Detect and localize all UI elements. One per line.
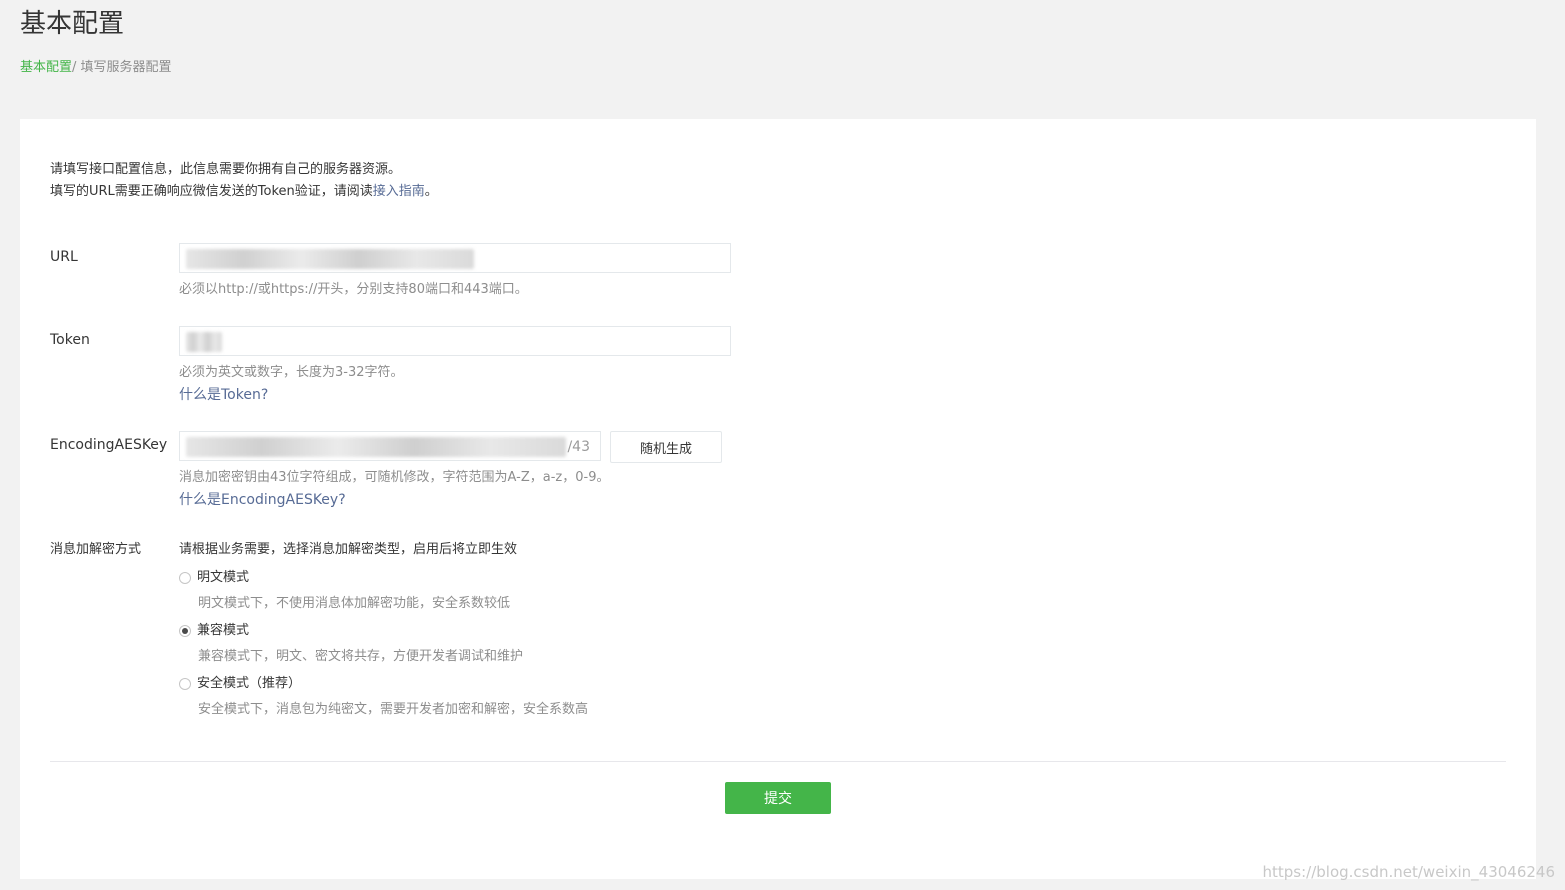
intro-line-1: 请填写接口配置信息，此信息需要你拥有自己的服务器资源。	[50, 162, 402, 177]
url-label: URL	[50, 249, 78, 265]
what-is-token-link[interactable]: 什么是Token?	[179, 384, 268, 406]
intro-line-2-prefix: 填写的URL需要正确响应微信发送的Token验证，请阅读	[50, 184, 373, 199]
token-value-redacted	[186, 332, 222, 352]
aeskey-label: EncodingAESKey	[50, 437, 168, 453]
aeskey-char-counter: /43	[567, 439, 590, 455]
plaintext-mode-desc: 明文模式下，不使用消息体加解密功能，安全系数较低	[198, 596, 511, 611]
encryption-mode-label: 消息加解密方式	[50, 542, 142, 557]
aeskey-tip: 消息加密密钥由43位字符组成，可随机修改，字符范围为A-Z，a-z，0-9。	[179, 470, 610, 485]
breadcrumb: 基本配置/ 填写服务器配置	[20, 58, 172, 78]
secure-mode-desc: 安全模式下，消息包为纯密文，需要开发者加密和解密，安全系数高	[198, 702, 589, 717]
token-label: Token	[50, 332, 90, 348]
radio-circle-plaintext[interactable]	[179, 572, 191, 584]
radio-circle-secure[interactable]	[179, 678, 191, 690]
compatible-mode-desc: 兼容模式下，明文、密文将共存，方便开发者调试和维护	[198, 649, 524, 664]
intro-line-2: 填写的URL需要正确响应微信发送的Token验证，请阅读接入指南。	[50, 181, 438, 203]
breadcrumb-separator: /	[72, 60, 81, 75]
url-tip: 必须以http://或https://开头，分别支持80端口和443端口。	[179, 282, 528, 297]
submit-button[interactable]: 提交	[725, 782, 831, 814]
access-guide-link[interactable]: 接入指南	[373, 184, 425, 199]
radio-circle-compatible[interactable]	[179, 625, 191, 637]
watermark-text: https://blog.csdn.net/weixin_43046246	[1262, 863, 1555, 881]
radio-label-secure: 安全模式（推荐）	[197, 676, 302, 691]
token-input[interactable]	[179, 326, 731, 356]
url-value-redacted	[186, 249, 474, 269]
radio-plaintext-mode[interactable]: 明文模式	[179, 568, 249, 588]
generate-random-button[interactable]: 随机生成	[610, 431, 722, 463]
url-input[interactable]	[179, 243, 731, 273]
what-is-aeskey-link[interactable]: 什么是EncodingAESKey?	[179, 489, 346, 511]
server-config-card: 请填写接口配置信息，此信息需要你拥有自己的服务器资源。 填写的URL需要正确响应…	[20, 119, 1536, 879]
breadcrumb-link-basic-config[interactable]: 基本配置	[20, 60, 72, 75]
form-divider	[50, 761, 1506, 762]
intro-text: 请填写接口配置信息，此信息需要你拥有自己的服务器资源。 填写的URL需要正确响应…	[50, 159, 438, 203]
radio-label-plaintext: 明文模式	[197, 570, 250, 585]
aeskey-input[interactable]: /43	[179, 431, 601, 461]
aeskey-value-redacted	[186, 437, 566, 457]
radio-compatible-mode[interactable]: 兼容模式	[179, 621, 249, 641]
token-tip: 必须为英文或数字，长度为3-32字符。	[179, 365, 404, 380]
page-title: 基本配置	[20, 9, 125, 39]
radio-label-compatible: 兼容模式	[197, 623, 250, 638]
encryption-mode-description: 请根据业务需要，选择消息加解密类型，启用后将立即生效	[179, 542, 518, 557]
radio-secure-mode[interactable]: 安全模式（推荐）	[179, 674, 301, 694]
intro-line-2-suffix: 。	[424, 184, 438, 199]
breadcrumb-current: 填写服务器配置	[80, 60, 172, 75]
